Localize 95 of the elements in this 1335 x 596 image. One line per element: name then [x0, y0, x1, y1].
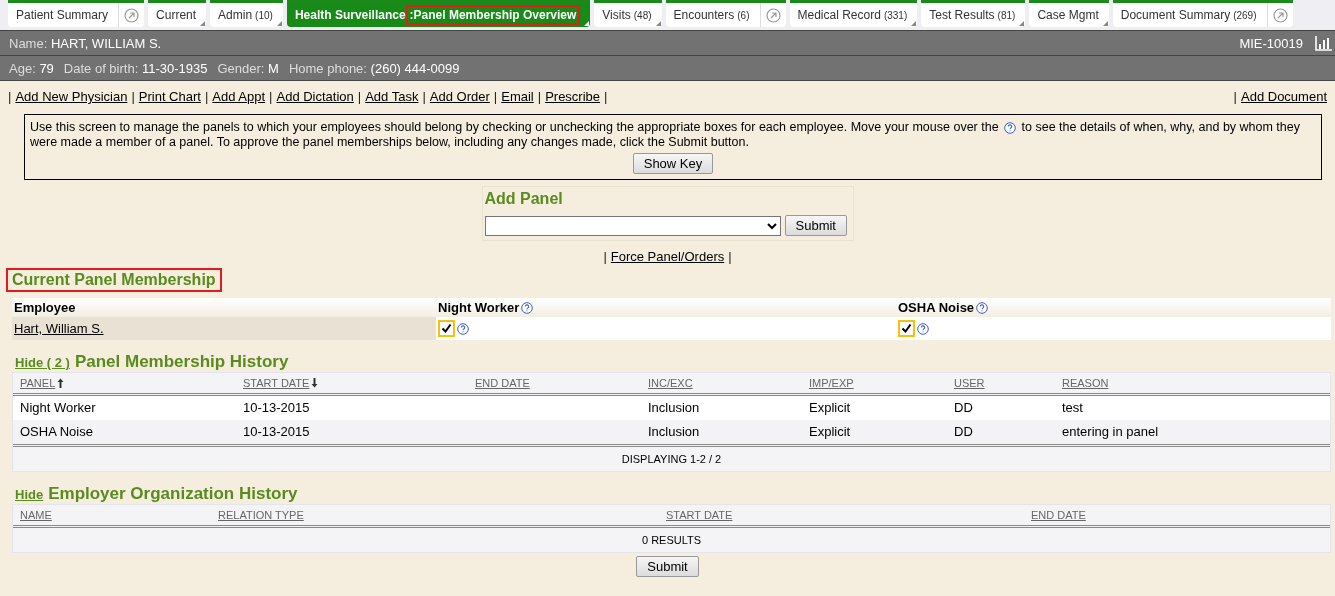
caret-icon: [1102, 21, 1108, 26]
column-header[interactable]: END DATE: [1024, 505, 1330, 525]
patient-detail: Date of birth: 11-30-1935: [63, 60, 208, 76]
table-cell-text: Explicit: [808, 399, 852, 417]
caret-icon: [655, 21, 661, 26]
checkmark-icon: [901, 323, 912, 334]
table-cell-text: Inclusion: [647, 399, 701, 417]
help-icon[interactable]: [1004, 121, 1017, 134]
column-header[interactable]: USER: [947, 373, 1055, 393]
action-link[interactable]: Print Chart: [138, 89, 201, 104]
link-separator: |: [604, 89, 608, 104]
column-header[interactable]: REASON: [1055, 373, 1330, 393]
column-header: OSHA Noise: [898, 300, 975, 315]
caret-icon: [276, 21, 282, 26]
column-header[interactable]: IMP/EXP: [802, 373, 947, 393]
employee-link[interactable]: Hart, William S.: [14, 321, 104, 336]
table-cell-text: Inclusion: [647, 423, 701, 441]
section-title: Employer Organization History: [48, 484, 298, 504]
table-cell-text: Explicit: [808, 423, 852, 441]
link-separator: |: [493, 89, 498, 104]
link-separator: |: [357, 89, 362, 104]
submit-button[interactable]: Submit: [784, 215, 847, 236]
bar-chart-icon[interactable]: [1315, 35, 1333, 51]
help-icon[interactable]: [521, 301, 534, 314]
column-header[interactable]: END DATE: [468, 373, 641, 393]
nav-tab[interactable]: Current: [148, 0, 207, 27]
hide-toggle-link[interactable]: Hide: [15, 487, 44, 502]
action-link[interactable]: Add New Physician: [15, 89, 128, 104]
nav-tab[interactable]: Health Surveillance :Panel Membership Overview: [286, 0, 591, 27]
table-cell-text: entering in panel: [1061, 423, 1160, 441]
column-header: Night Worker: [438, 300, 520, 315]
instructions-text: Use this screen to manage the panels to which your employees should belong by checking or unchecking the appropriate boxes for each employee. Move your mouse over the to see the details of when, why, and by whom they were made a member of a panel. To approve the panel memberships below, including any changes made, click the Submit button.: [30, 120, 1301, 150]
column-header[interactable]: START DATE: [659, 505, 1024, 525]
action-link[interactable]: Add Task: [365, 89, 419, 104]
caret-icon: [1019, 21, 1025, 26]
nav-tab[interactable]: Patient Summary: [8, 0, 145, 27]
column-header[interactable]: START DATE: [236, 373, 468, 393]
action-link[interactable]: Prescribe: [545, 89, 601, 104]
table-cell-text: DD: [953, 423, 974, 441]
link-separator: |: [1233, 89, 1237, 104]
link-separator: |: [131, 89, 135, 104]
action-link[interactable]: Email: [501, 89, 534, 104]
table-cell-text: test: [1061, 399, 1084, 417]
action-link[interactable]: Add Order: [429, 89, 490, 104]
table-cell-text: 10-13-2015: [242, 423, 311, 441]
table-cell-text: OSHA Noise: [19, 423, 94, 441]
nav-tab[interactable]: Admin (10): [210, 0, 283, 27]
link-separator: |: [422, 89, 426, 104]
section-title: Panel Membership History: [74, 352, 289, 372]
column-header[interactable]: INC/EXC: [641, 373, 802, 393]
link-separator: |: [269, 89, 273, 104]
patient-id: MIE-10019: [1239, 35, 1303, 51]
action-link[interactable]: Add Dictation: [276, 89, 354, 104]
help-icon[interactable]: [976, 301, 989, 314]
panel-checkbox[interactable]: [898, 320, 915, 337]
table-cell-text: Night Worker: [19, 399, 97, 417]
section-title: Current Panel Membership: [6, 268, 222, 292]
help-icon[interactable]: [457, 322, 469, 335]
link-separator: |: [204, 89, 209, 104]
action-link[interactable]: Add Document: [1241, 89, 1327, 104]
link-separator: |: [603, 249, 607, 264]
table-cell-text: 10-13-2015: [242, 399, 311, 417]
patient-detail: Age: 79: [9, 60, 54, 76]
checkmark-icon: [441, 323, 452, 334]
patient-detail: Home phone: (260) 444-0099: [288, 60, 460, 76]
link-separator: |: [728, 249, 732, 264]
panel-select[interactable]: [484, 215, 781, 236]
show-key-button[interactable]: Show Key: [632, 153, 714, 174]
force-panel-link[interactable]: Force Panel/Orders: [610, 249, 725, 264]
action-link[interactable]: Add Appt: [212, 89, 266, 104]
nav-tab[interactable]: Medical Record (331): [789, 0, 918, 27]
help-icon[interactable]: [917, 322, 929, 335]
nav-tab[interactable]: Document Summary (269): [1112, 0, 1293, 27]
panel-checkbox[interactable]: [438, 320, 455, 337]
caret-icon: [584, 21, 590, 26]
column-header[interactable]: RELATION TYPE: [211, 505, 659, 525]
link-separator: |: [8, 89, 12, 104]
column-header[interactable]: PANEL: [13, 373, 236, 393]
results-count: 0 RESULTS: [641, 534, 702, 546]
patient-detail: Gender: M: [217, 60, 279, 76]
column-header[interactable]: NAME: [13, 505, 211, 525]
submit-button[interactable]: Submit: [636, 556, 699, 577]
nav-tab[interactable]: Test Results (81): [921, 0, 1026, 27]
patient-name: Name: HART, WILLIAM S.: [9, 35, 162, 51]
caret-icon: [200, 21, 206, 26]
link-separator: |: [537, 89, 542, 104]
nav-tab[interactable]: Encounters (6): [665, 0, 786, 27]
add-panel-title: Add Panel: [483, 189, 564, 209]
hide-toggle-link[interactable]: Hide ( 2 ): [15, 355, 70, 370]
pagination-text: DISPLAYING 1-2 / 2: [621, 453, 722, 465]
table-cell-text: DD: [953, 399, 974, 417]
nav-tab[interactable]: Case Mgmt: [1029, 0, 1109, 27]
nav-tab[interactable]: Visits (48): [594, 0, 662, 27]
caret-icon: [911, 21, 917, 26]
column-header: Employee: [12, 298, 436, 317]
